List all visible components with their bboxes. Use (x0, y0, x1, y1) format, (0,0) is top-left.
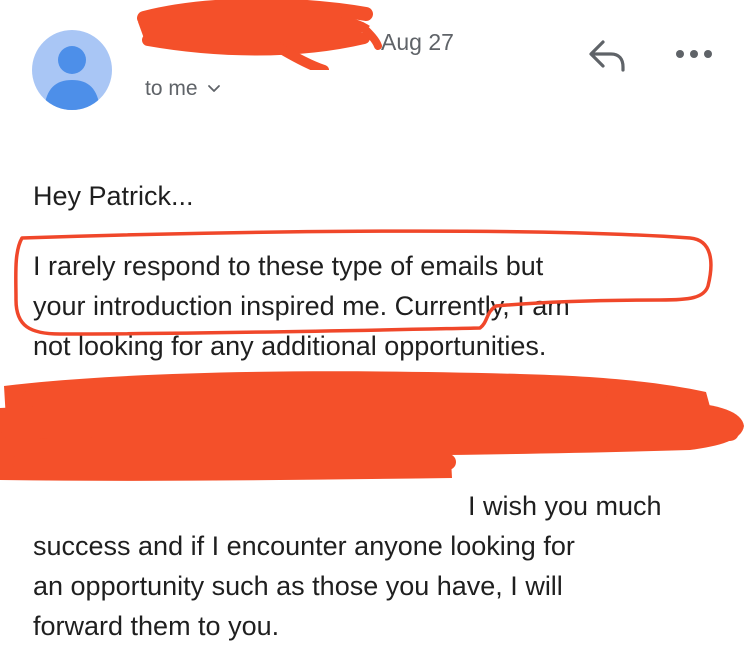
email-date: Aug 27 (381, 29, 454, 55)
sender-avatar[interactable] (32, 30, 112, 110)
body-line: I wish you much (468, 491, 662, 521)
more-options-button[interactable] (670, 42, 718, 66)
body-line (33, 446, 723, 486)
chevron-down-icon (207, 76, 221, 100)
body-line (33, 406, 723, 446)
greeting-line: Hey Patrick... (33, 181, 194, 211)
email-body: Hey Patrick... I rarely respond to these… (33, 176, 723, 646)
body-line: your introduction inspired me. Currently… (33, 291, 570, 321)
body-line: an opportunity such as those you have, I… (33, 571, 563, 601)
email-view: Aug 27 to me Hey Patrick... I rarely res… (0, 0, 749, 652)
recipient-details-toggle[interactable]: to me (145, 77, 221, 101)
body-line: I rarely respond to these type of emails… (33, 251, 544, 281)
body-line: forward them to you. (33, 611, 280, 641)
recipient-label: to me (145, 77, 198, 100)
body-line (33, 366, 723, 406)
reply-button[interactable] (583, 36, 631, 76)
message-paragraph: I rarely respond to these type of emails… (33, 246, 723, 646)
sender-name[interactable] (140, 14, 370, 58)
body-line: not looking for any additional opportuni… (33, 331, 547, 361)
reply-arrow-icon (589, 40, 625, 72)
body-line: success and if I encounter anyone lookin… (33, 531, 575, 561)
more-horizontal-icon (676, 50, 712, 58)
person-avatar-icon (44, 46, 100, 110)
